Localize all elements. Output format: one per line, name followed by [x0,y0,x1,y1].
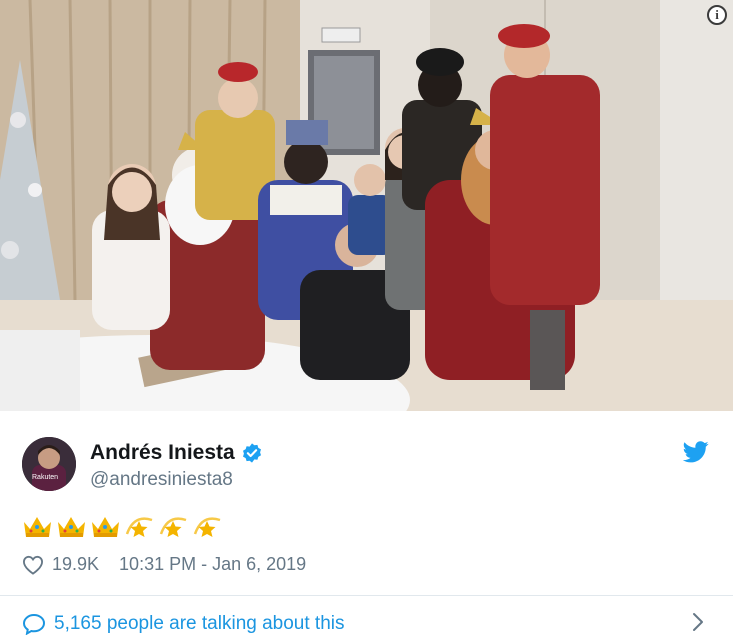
like-count[interactable]: 19.9K [52,554,99,575]
crown-emoji-icon [58,517,85,537]
verified-badge-icon [242,443,261,463]
info-icon[interactable]: i [707,5,727,25]
photo-illustration [0,0,733,411]
author-name[interactable]: Andrés Iniesta [90,441,235,465]
tweet-header: Rakuten Andrés Iniesta @andresiniesta8 [0,411,733,501]
author-avatar[interactable]: Rakuten [22,437,76,491]
tweet-meta: 19.9K 10:31 PM - Jan 6, 2019 [22,554,306,575]
dizzy-star-emoji-icon [159,517,187,537]
crown-emoji-icon [24,517,51,537]
crown-emoji-icon [92,517,119,537]
conversation-text[interactable]: 5,165 people are talking about this [54,613,345,635]
heart-icon[interactable] [22,555,44,575]
author-name-row[interactable]: Andrés Iniesta [90,441,263,465]
author-handle[interactable]: @andresiniesta8 [90,469,233,491]
chevron-right-icon[interactable] [691,612,705,632]
tweet-photo[interactable]: i [0,0,733,411]
tweet-timestamp[interactable]: 10:31 PM - Jan 6, 2019 [119,554,306,575]
avatar-image [22,437,76,491]
twitter-bird-icon[interactable] [683,441,709,463]
dizzy-star-emoji-icon [193,517,221,537]
dizzy-star-emoji-icon [125,517,153,537]
divider [0,595,733,596]
conversation-link[interactable]: 5,165 people are talking about this [22,613,345,635]
avatar-sponsor-text: Rakuten [32,474,59,481]
speech-bubble-icon [22,613,46,635]
tweet-text-emoji [22,512,223,540]
